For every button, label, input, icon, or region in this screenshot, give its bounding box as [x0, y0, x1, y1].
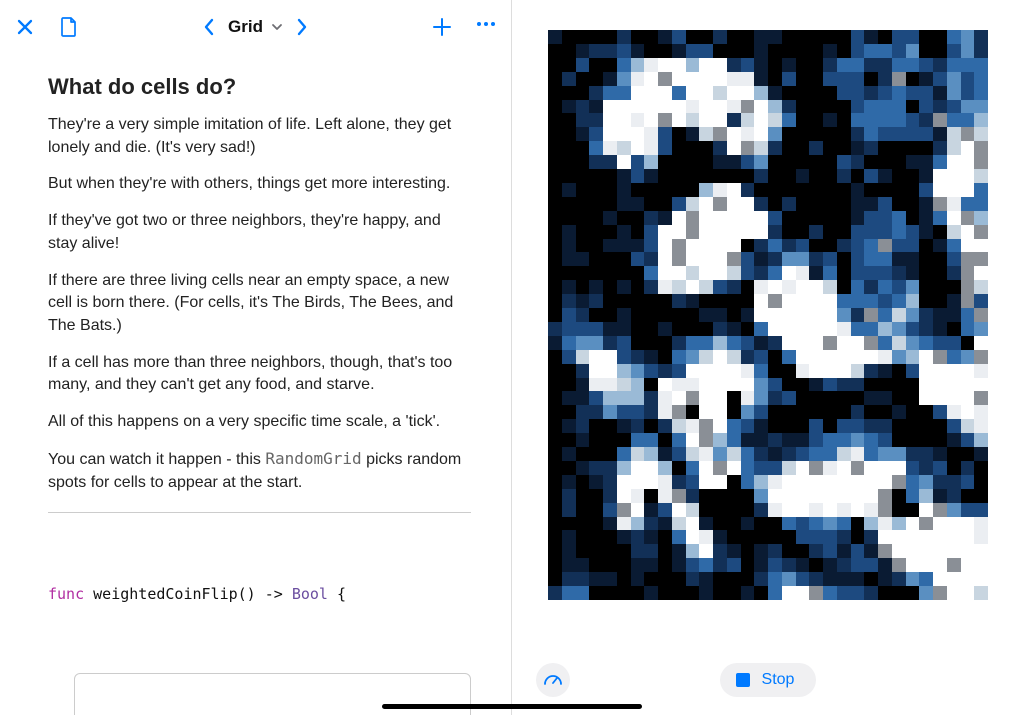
page-title-dropdown[interactable]: Grid [228, 17, 283, 37]
divider [48, 512, 471, 513]
prose-content[interactable]: What do cells do? They're a very simple … [0, 54, 511, 715]
nav-forward-icon[interactable] [291, 16, 313, 38]
chevron-down-icon [271, 23, 283, 31]
editor-pane: Grid What do cells do? They're a very si… [0, 0, 512, 715]
speed-button[interactable] [536, 663, 570, 697]
gauge-icon [543, 670, 563, 690]
more-icon[interactable] [475, 13, 497, 35]
paragraph: If a cell has more than three neighbors,… [48, 352, 471, 397]
editor-toolbar: Grid [0, 0, 511, 54]
paragraph: But when they're with others, things get… [48, 173, 471, 196]
code-block[interactable]: func weightedCoinFlip() -> Bool { let co… [48, 531, 471, 715]
paragraph: If there are three living cells near an … [48, 270, 471, 338]
document-icon[interactable] [58, 16, 80, 38]
paragraph: All of this happens on a very specific t… [48, 411, 471, 434]
simulation-canvas [548, 30, 988, 600]
home-indicator[interactable] [382, 704, 642, 709]
paragraph-with-code: You can watch it happen - this RandomGri… [48, 448, 471, 494]
add-icon[interactable] [431, 16, 453, 38]
paragraph: If they've got two or three neighbors, t… [48, 210, 471, 255]
nav-back-icon[interactable] [198, 16, 220, 38]
page-title: Grid [228, 17, 263, 37]
close-icon[interactable] [14, 16, 36, 38]
inline-code: RandomGrid [265, 449, 361, 468]
stop-label: Stop [762, 671, 795, 689]
stop-icon [736, 673, 750, 687]
stop-button[interactable]: Stop [720, 663, 817, 697]
heading: What do cells do? [48, 74, 471, 100]
paragraph: They're a very simple imitation of life.… [48, 114, 471, 159]
live-view-pane: Stop [512, 0, 1024, 715]
